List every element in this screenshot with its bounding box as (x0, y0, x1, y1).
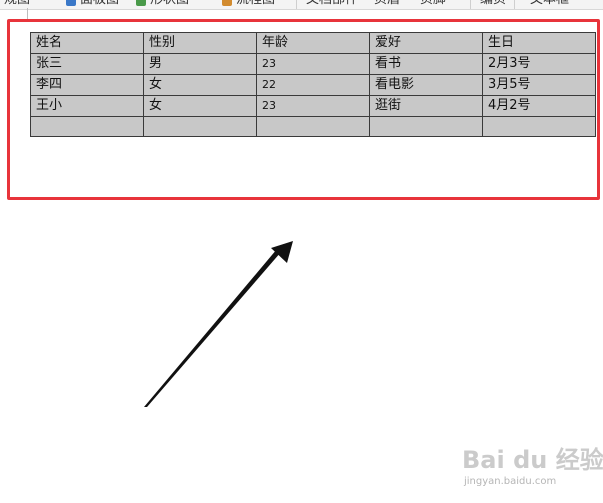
baidu-jingyan-watermark: Bai du 经验 jingyan.baidu.com (462, 440, 603, 500)
annotation-arrow (144, 241, 293, 407)
watermark-logo: Bai du 经验 (462, 446, 603, 474)
arrow-shaft (144, 249, 281, 407)
watermark-url: jingyan.baidu.com (464, 476, 557, 487)
